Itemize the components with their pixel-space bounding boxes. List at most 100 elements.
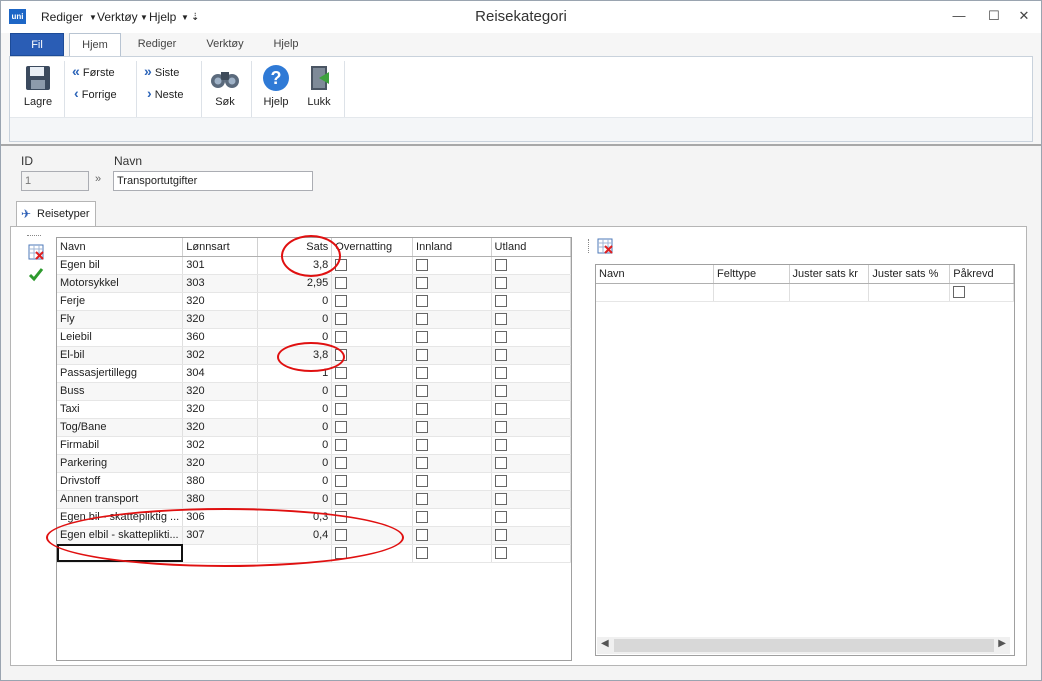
cell-sats[interactable]: 0 bbox=[257, 400, 333, 419]
cell-sats[interactable]: 0 bbox=[257, 436, 333, 455]
cell-navn[interactable]: Parkering bbox=[57, 454, 184, 473]
cell-sats[interactable]: 0 bbox=[257, 382, 333, 401]
cell-navn[interactable]: Taxi bbox=[57, 400, 184, 419]
cell-overnatting[interactable] bbox=[331, 364, 414, 383]
tab-hjem[interactable]: Hjem bbox=[69, 33, 121, 57]
checkbox[interactable] bbox=[335, 475, 348, 488]
cell-navn[interactable]: Firmabil bbox=[57, 436, 184, 455]
last-button[interactable]: » Siste bbox=[144, 63, 179, 79]
column-header-lonnsart[interactable]: Lønnsart bbox=[182, 238, 258, 257]
checkbox[interactable] bbox=[335, 403, 348, 416]
checkbox[interactable] bbox=[494, 493, 507, 506]
help-button[interactable]: ? Hjelp bbox=[259, 61, 293, 108]
name-input[interactable]: Transportutgifter bbox=[113, 171, 313, 191]
checkbox[interactable] bbox=[494, 457, 507, 470]
checkbox[interactable] bbox=[494, 295, 507, 308]
close-button[interactable]: Lukk bbox=[302, 61, 336, 108]
cell-lonnsart[interactable]: 360 bbox=[182, 328, 258, 347]
checkbox[interactable] bbox=[494, 439, 507, 452]
checkbox[interactable] bbox=[494, 313, 507, 326]
checkbox[interactable] bbox=[416, 403, 429, 416]
scroll-left-icon[interactable]: ◀ bbox=[601, 638, 609, 649]
checkbox[interactable] bbox=[416, 457, 429, 470]
checkbox[interactable] bbox=[335, 439, 348, 452]
cell-overnatting[interactable] bbox=[331, 328, 414, 347]
first-button[interactable]: « Første bbox=[72, 63, 115, 79]
cell-lonnsart[interactable]: 320 bbox=[182, 454, 258, 473]
cell-utland[interactable] bbox=[491, 526, 572, 545]
previous-button[interactable]: ‹ Forrige bbox=[74, 85, 117, 101]
checkbox[interactable] bbox=[494, 331, 507, 344]
cell-lonnsart[interactable]: 320 bbox=[182, 382, 258, 401]
checkbox[interactable] bbox=[416, 475, 429, 488]
next-button[interactable]: › Neste bbox=[147, 85, 183, 101]
expand-chevron-icon[interactable]: » bbox=[95, 173, 101, 185]
table-row[interactable]: Ferje 320 0 bbox=[57, 292, 572, 311]
cell-overnatting[interactable] bbox=[331, 310, 414, 329]
cell-navn[interactable]: Motorsykkel bbox=[57, 274, 184, 293]
checkbox[interactable] bbox=[416, 259, 429, 272]
checkbox[interactable] bbox=[416, 295, 429, 308]
checkbox[interactable] bbox=[416, 493, 429, 506]
table-row[interactable]: Annen transport 380 0 bbox=[57, 490, 572, 509]
checkbox[interactable] bbox=[416, 439, 429, 452]
checkbox[interactable] bbox=[494, 277, 507, 290]
checkbox[interactable] bbox=[494, 529, 507, 542]
checkbox[interactable] bbox=[416, 313, 429, 326]
cell-lonnsart[interactable]: 304 bbox=[182, 364, 258, 383]
table-row[interactable]: Taxi 320 0 bbox=[57, 400, 572, 419]
cell-navn[interactable]: Passasjertillegg bbox=[57, 364, 184, 383]
column-header-utland[interactable]: Utland bbox=[491, 238, 572, 257]
checkbox[interactable] bbox=[335, 493, 348, 506]
checkbox[interactable] bbox=[494, 367, 507, 380]
checkbox[interactable] bbox=[494, 547, 507, 560]
cell-overnatting[interactable] bbox=[331, 418, 414, 437]
cell-innland[interactable] bbox=[412, 346, 492, 365]
scroll-right-icon[interactable]: ▶ bbox=[998, 638, 1006, 649]
grid-cell[interactable] bbox=[713, 283, 790, 302]
cell-lonnsart[interactable]: 301 bbox=[182, 256, 258, 275]
tab-hjelp[interactable]: Hjelp bbox=[263, 33, 309, 56]
cell-lonnsart[interactable]: 320 bbox=[182, 400, 258, 419]
grid-cell[interactable] bbox=[789, 283, 870, 302]
cell-navn[interactable]: Drivstoff bbox=[57, 472, 184, 491]
cell-innland[interactable] bbox=[412, 292, 492, 311]
cell-lonnsart[interactable]: 380 bbox=[182, 472, 258, 491]
cell-innland[interactable] bbox=[412, 508, 492, 527]
cell-utland[interactable] bbox=[491, 310, 572, 329]
checkbox[interactable] bbox=[494, 349, 507, 362]
cell-navn[interactable]: El-bil bbox=[57, 346, 184, 365]
scrollbar-thumb[interactable] bbox=[614, 639, 994, 652]
grid-cell[interactable] bbox=[949, 283, 1014, 302]
cell-navn[interactable]: Egen bil bbox=[57, 256, 184, 275]
column-header-navn[interactable]: Navn bbox=[596, 265, 715, 284]
table-row[interactable]: Tog/Bane 320 0 bbox=[57, 418, 572, 437]
cell-navn[interactable]: Tog/Bane bbox=[57, 418, 184, 437]
column-header-juster-sats-prosent[interactable]: Juster sats % bbox=[868, 265, 951, 284]
cell-sats[interactable]: 2,95 bbox=[257, 274, 333, 293]
cell-utland[interactable] bbox=[491, 454, 572, 473]
cell-utland[interactable] bbox=[491, 508, 572, 527]
checkbox[interactable] bbox=[335, 421, 348, 434]
cell-lonnsart[interactable]: 320 bbox=[182, 292, 258, 311]
tab-rediger[interactable]: Rediger bbox=[129, 33, 185, 56]
cell-utland[interactable] bbox=[491, 256, 572, 275]
tab-reisetyper[interactable]: ✈ Reisetyper bbox=[16, 201, 96, 227]
table-row[interactable] bbox=[596, 283, 1014, 302]
tab-verktoy[interactable]: Verktøy bbox=[197, 33, 253, 56]
table-row[interactable]: Parkering 320 0 bbox=[57, 454, 572, 473]
maximize-button[interactable]: ☐ bbox=[981, 5, 1007, 27]
table-row[interactable]: Firmabil 302 0 bbox=[57, 436, 572, 455]
checkbox[interactable] bbox=[416, 385, 429, 398]
checkbox[interactable] bbox=[416, 277, 429, 290]
close-window-button[interactable]: ✕ bbox=[1011, 5, 1037, 27]
checkbox[interactable] bbox=[416, 529, 429, 542]
cell-overnatting[interactable] bbox=[331, 382, 414, 401]
table-row[interactable]: Fly 320 0 bbox=[57, 310, 572, 329]
checkbox[interactable] bbox=[335, 331, 348, 344]
cell-utland[interactable] bbox=[491, 400, 572, 419]
checkbox[interactable] bbox=[494, 475, 507, 488]
column-header-navn[interactable]: Navn bbox=[57, 238, 184, 257]
checkbox[interactable] bbox=[494, 385, 507, 398]
cell-lonnsart[interactable]: 302 bbox=[182, 436, 258, 455]
